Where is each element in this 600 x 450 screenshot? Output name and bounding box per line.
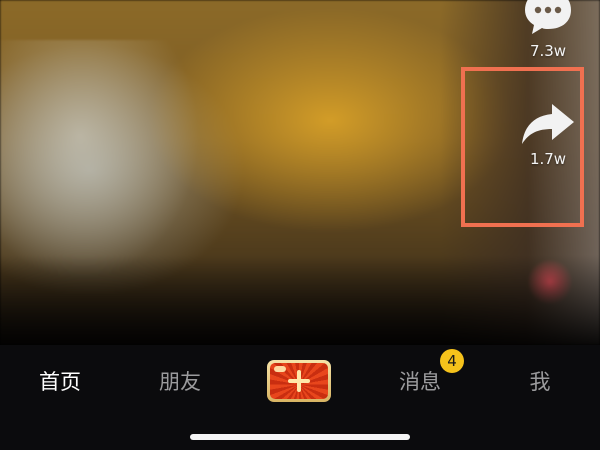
video-bottom-fade [0, 255, 600, 345]
create-post-button[interactable] [267, 360, 331, 402]
tab-messages[interactable]: 消息 [390, 367, 450, 397]
comment-bubble-icon [525, 0, 571, 34]
tab-me[interactable]: 我 [520, 367, 560, 397]
plus-icon [288, 370, 310, 392]
comment-button[interactable]: 7.3w [508, 0, 588, 60]
bottom-tab-bar: 首页 朋友 消息 4 我 [0, 345, 600, 450]
comment-count: 7.3w [529, 42, 567, 60]
create-button-decoration [274, 366, 286, 372]
video-blur-light [0, 40, 200, 280]
tab-friends[interactable]: 朋友 [150, 367, 210, 397]
share-highlight-box [461, 67, 584, 227]
tab-home[interactable]: 首页 [30, 367, 90, 397]
create-button-face [270, 363, 328, 399]
messages-unread-badge: 4 [440, 349, 464, 373]
app-screen: 7.3w 1.7w 首页 朋友 消息 4 我 [0, 0, 600, 450]
home-indicator[interactable] [190, 434, 410, 440]
